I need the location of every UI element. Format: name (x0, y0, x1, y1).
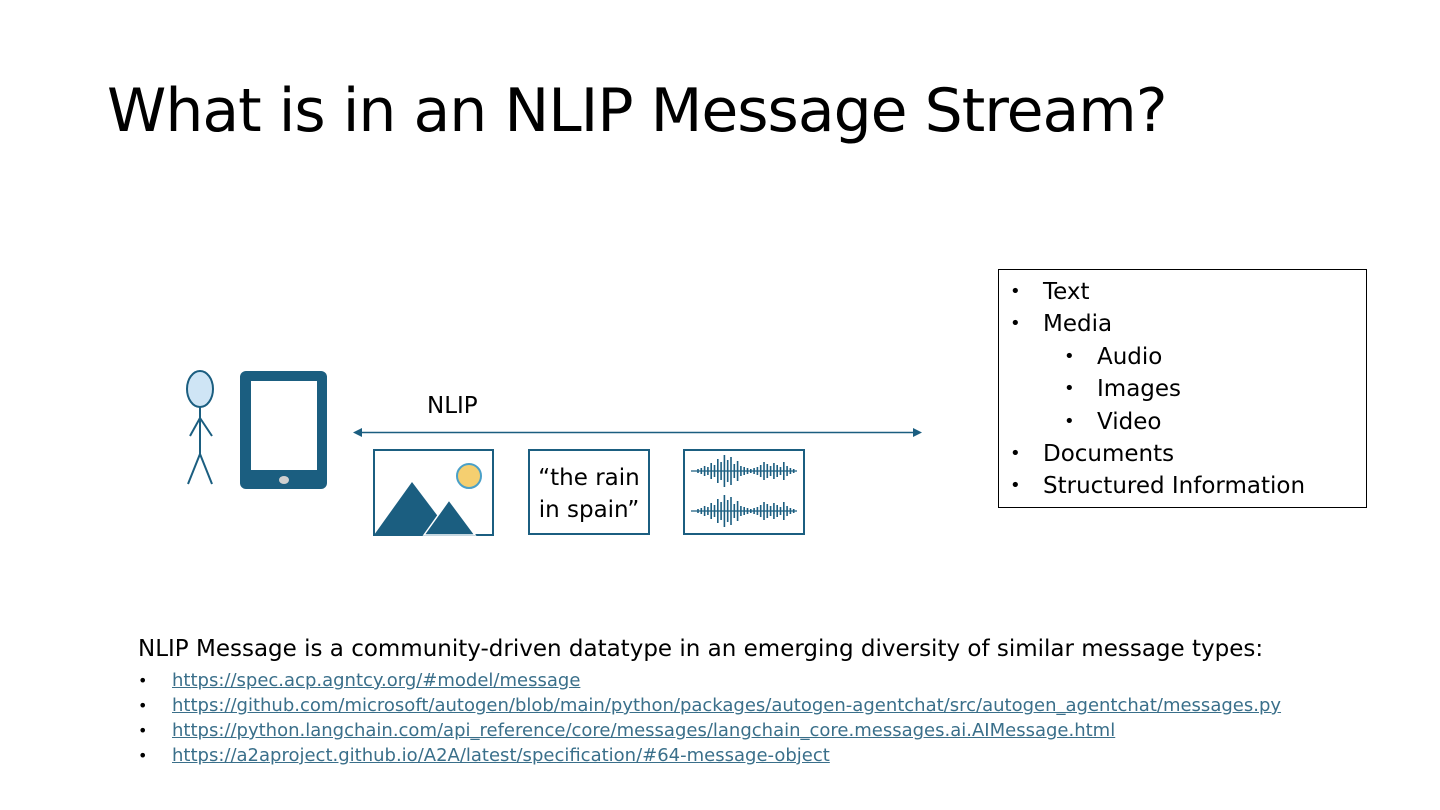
content-type-label: Images (1097, 376, 1182, 403)
reference-link[interactable]: https://github.com/microsoft/autogen/blo… (172, 695, 1281, 716)
bullet-icon: • (1064, 345, 1075, 367)
footer-description: NLIP Message is a community-driven datat… (138, 636, 1264, 662)
bullet-icon: • (138, 696, 148, 715)
content-type-item: • Video (999, 406, 1305, 438)
reference-link-item: • https://python.langchain.com/api_refere… (138, 718, 1281, 743)
content-type-label: Text (1043, 279, 1090, 305)
person-icon (186, 370, 214, 485)
bullet-icon: • (138, 721, 148, 740)
audio-waveform-icon (683, 449, 805, 535)
content-type-item: • Structured Information (999, 470, 1305, 502)
bullet-icon: • (1010, 475, 1021, 497)
content-type-label: Audio (1097, 343, 1163, 370)
reference-link-item: • https://a2aproject.github.io/A2A/latest… (138, 743, 1281, 768)
reference-link[interactable]: https://a2aproject.github.io/A2A/latest/… (172, 745, 830, 766)
bullet-icon: • (1010, 313, 1021, 335)
content-type-item: • Media (999, 308, 1305, 340)
bullet-icon: • (1010, 442, 1021, 464)
arrow-label: NLIP (427, 393, 478, 419)
tablet-icon (240, 371, 327, 489)
content-types-list: • Text • Media • Audio • Images • Video • Documents… (999, 276, 1305, 503)
quote-line-1: “the rain (538, 465, 640, 491)
content-type-item: • Documents (999, 438, 1305, 470)
bullet-icon: • (138, 746, 148, 765)
content-type-item: • Audio (999, 341, 1305, 373)
nlip-double-arrow (353, 428, 922, 437)
content-type-item: • Text (999, 276, 1305, 308)
bullet-icon: • (138, 671, 148, 690)
text-quote-box: “the rain in spain” (528, 449, 650, 535)
content-type-label: Documents (1043, 440, 1175, 467)
content-type-label: Video (1097, 408, 1162, 435)
content-types-box: • Text • Media • Audio • Images • Video • Documents… (998, 269, 1367, 508)
content-type-label: Structured Information (1043, 473, 1306, 500)
bullet-icon: • (1064, 410, 1075, 432)
reference-link[interactable]: https://python.langchain.com/api_referen… (172, 720, 1115, 741)
reference-link-item: • https://spec.acp.agntcy.org/#model/mess… (138, 668, 1281, 693)
reference-link[interactable]: https://spec.acp.agntcy.org/#model/messa… (172, 670, 580, 691)
image-icon (373, 449, 494, 536)
reference-links: • https://spec.acp.agntcy.org/#model/mess… (138, 668, 1281, 768)
quote-line-2: in spain” (539, 497, 640, 523)
reference-link-item: • https://github.com/microsoft/autogen/bl… (138, 693, 1281, 718)
bullet-icon: • (1064, 378, 1075, 400)
content-type-label: Media (1043, 311, 1113, 338)
content-type-item: • Images (999, 373, 1305, 405)
bullet-icon: • (1010, 281, 1021, 302)
